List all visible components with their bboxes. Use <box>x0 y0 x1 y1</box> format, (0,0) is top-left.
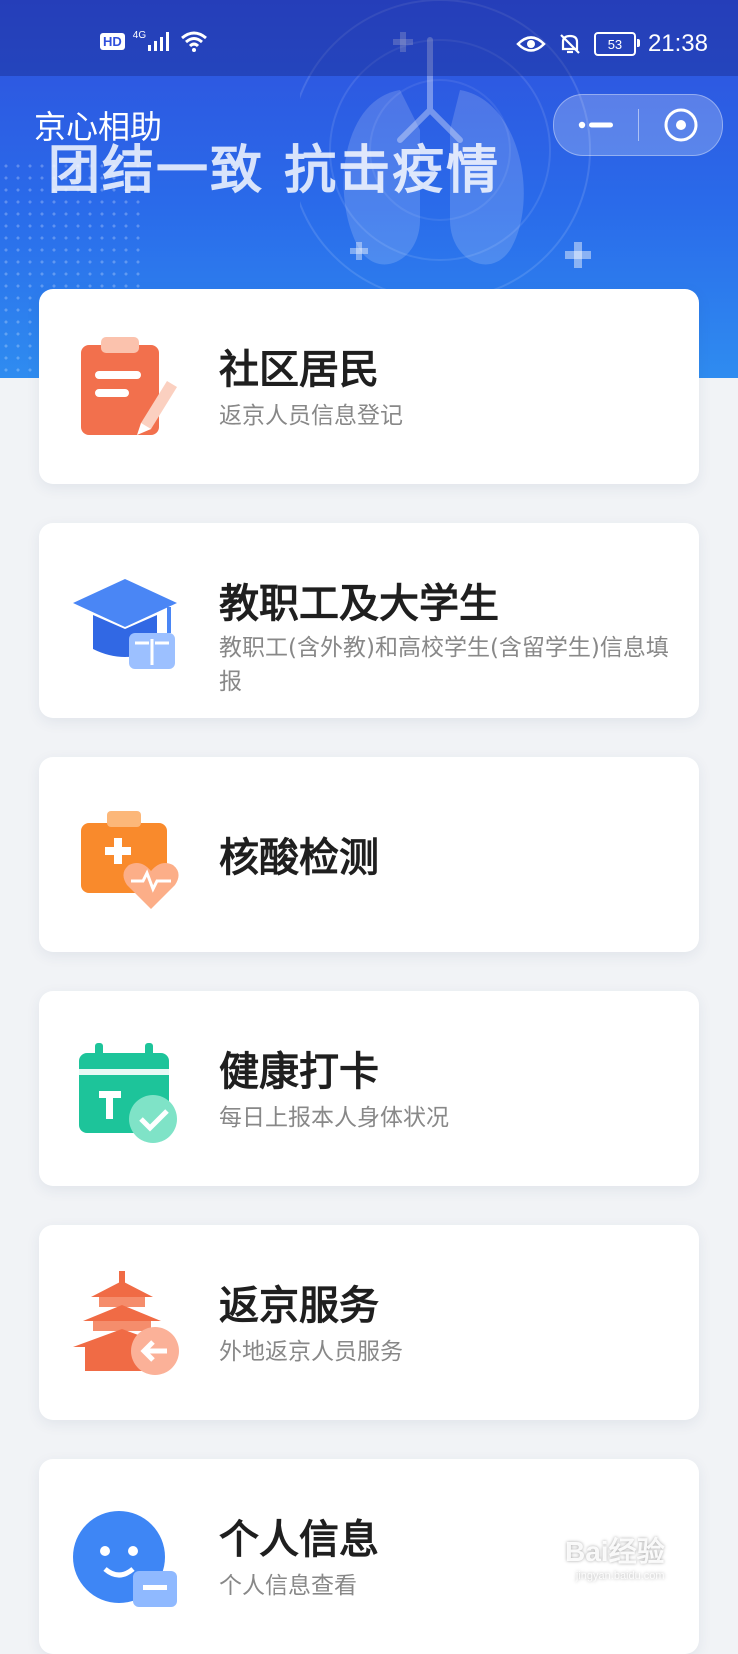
watermark-text: Bai经验 <box>565 1536 665 1567</box>
card-title: 核酸检测 <box>219 835 379 881</box>
clipboard-icon <box>81 337 177 435</box>
profile-icon <box>73 1511 177 1607</box>
medical-kit-icon <box>81 811 179 909</box>
more-icon <box>578 121 613 129</box>
page-title: 京心相助 <box>34 108 163 146</box>
card-subtitle: 每日上报本人身体状况 <box>219 1105 449 1131</box>
menu-card-return-service[interactable]: 返京服务 外地返京人员服务 <box>39 1225 699 1420</box>
card-title: 社区居民 <box>219 347 379 393</box>
menu-card-community-residents[interactable]: 社区居民 返京人员信息登记 <box>39 289 699 484</box>
temple-icon <box>73 1271 179 1375</box>
hd-badge: HD <box>100 32 125 50</box>
menu-card-nucleic-test[interactable]: 核酸检测 <box>39 757 699 952</box>
more-button[interactable] <box>554 95 638 155</box>
status-bar: HD 4G 53 21:38 <box>0 0 738 76</box>
eye-icon <box>516 36 546 52</box>
card-title: 教职工及大学生 <box>219 581 499 627</box>
signal-icon <box>148 32 170 51</box>
card-subtitle: 教职工(含外教)和高校学生(含留学生)信息填报 <box>219 635 669 695</box>
menu-card-health-checkin[interactable]: 健康打卡 每日上报本人身体状况 <box>39 991 699 1186</box>
close-button[interactable] <box>639 95 722 155</box>
graduation-cap-icon <box>73 579 177 669</box>
clock: 21:38 <box>647 30 708 57</box>
network-type: 4G <box>132 29 147 41</box>
bell-off-icon <box>560 34 580 54</box>
menu-card-staff-students[interactable]: 教职工及大学生 教职工(含外教)和高校学生(含留学生)信息填报 <box>39 523 699 718</box>
card-title: 个人信息 <box>219 1517 379 1563</box>
card-subtitle: 外地返京人员服务 <box>219 1339 403 1365</box>
card-title: 健康打卡 <box>219 1049 379 1095</box>
close-icon <box>664 108 697 142</box>
wifi-icon <box>181 31 208 52</box>
battery-level: 53 <box>607 36 623 52</box>
card-title: 返京服务 <box>219 1283 379 1329</box>
card-subtitle: 返京人员信息登记 <box>219 403 403 429</box>
watermark-url: jingyan.baidu.com <box>575 1570 665 1582</box>
mini-program-capsule <box>553 94 723 156</box>
battery-icon: 53 <box>593 32 640 56</box>
calendar-check-icon <box>79 1043 177 1143</box>
baidu-watermark: Bai经验 jingyan.baidu.com <box>565 1530 665 1582</box>
